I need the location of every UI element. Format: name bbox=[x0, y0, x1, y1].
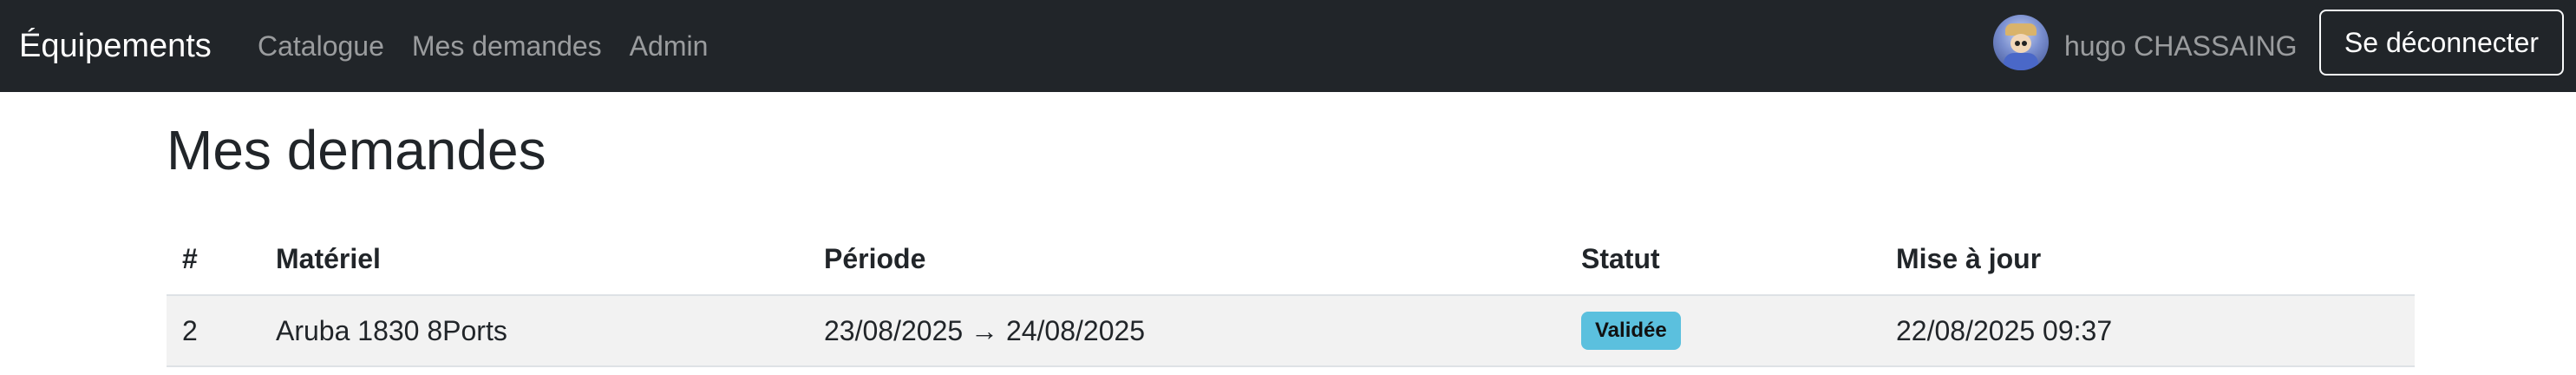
avatar-face-shape bbox=[2010, 34, 2031, 53]
nav-links: Catalogue Mes demandes Admin bbox=[258, 0, 736, 92]
brand-link[interactable]: Équipements bbox=[19, 0, 212, 92]
column-header-material: Matériel bbox=[260, 224, 808, 296]
nav-link-mes-demandes[interactable]: Mes demandes bbox=[412, 30, 602, 62]
status-badge: Validée bbox=[1581, 312, 1681, 350]
column-header-status: Statut bbox=[1566, 224, 1880, 296]
avatar-body-shape bbox=[2004, 53, 2038, 70]
cell-status: Validée bbox=[1566, 295, 1880, 367]
avatar-eye-shape bbox=[2015, 41, 2020, 46]
username-label: hugo CHASSAING bbox=[2064, 30, 2298, 62]
nav-link-catalogue[interactable]: Catalogue bbox=[258, 30, 384, 62]
requests-table: # Matériel Période Statut Mise à jour 2 … bbox=[167, 224, 2415, 367]
cell-material: Aruba 1830 8Ports bbox=[260, 295, 808, 367]
cell-period: 23/08/2025 → 24/08/2025 bbox=[808, 295, 1566, 367]
top-navbar: Équipements Catalogue Mes demandes Admin… bbox=[0, 0, 2576, 92]
page-title: Mes demandes bbox=[167, 119, 546, 181]
avatar-eye-shape bbox=[2022, 41, 2027, 46]
logout-button[interactable]: Se déconnecter bbox=[2319, 10, 2564, 76]
table-row: 2 Aruba 1830 8Ports 23/08/2025 → 24/08/2… bbox=[167, 295, 2415, 367]
column-header-updated: Mise à jour bbox=[1880, 224, 2415, 296]
user-avatar[interactable] bbox=[1993, 15, 2049, 70]
column-header-id: # bbox=[167, 224, 260, 296]
column-header-period: Période bbox=[808, 224, 1566, 296]
cell-updated: 22/08/2025 09:37 bbox=[1880, 295, 2415, 367]
nav-link-admin[interactable]: Admin bbox=[630, 30, 709, 62]
cell-id: 2 bbox=[167, 295, 260, 367]
table-header-row: # Matériel Période Statut Mise à jour bbox=[167, 224, 2415, 296]
